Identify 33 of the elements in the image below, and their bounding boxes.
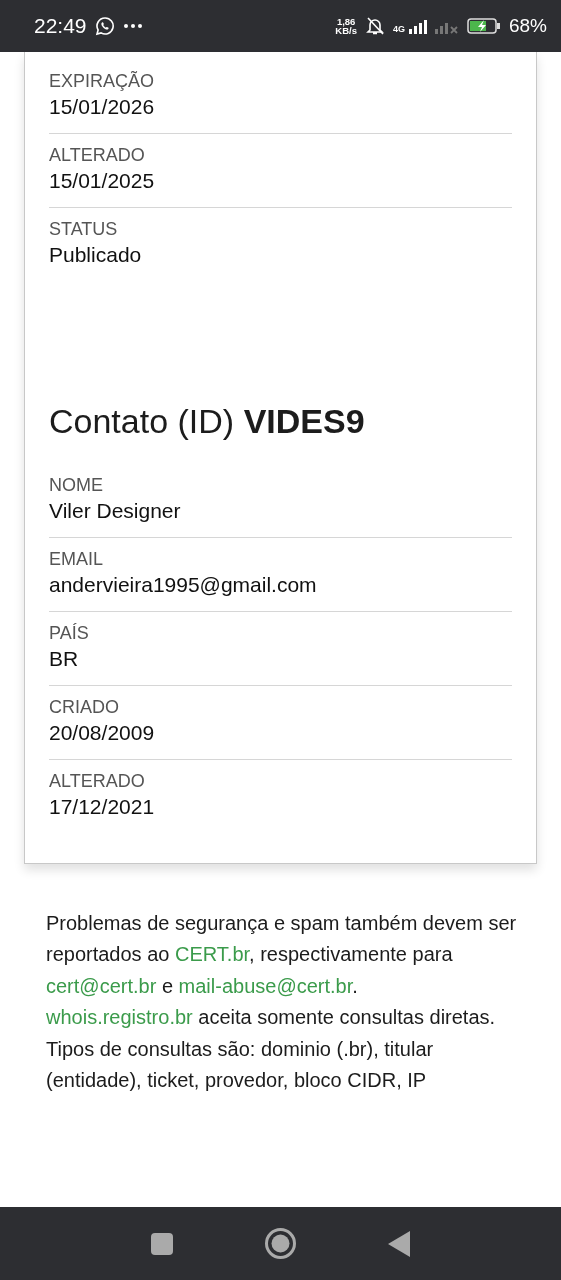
recent-apps-button[interactable] xyxy=(151,1232,173,1255)
field-label: CRIADO xyxy=(49,695,120,718)
field-value: 17/12/2021 xyxy=(49,793,156,820)
contact-heading: Contato (ID) VIDES9 xyxy=(49,401,366,442)
notice-paragraph: Problemas de segurança e spam também devem ser reportados ao CERT.br, respectivamente para cert@cert.br e mail-abuse@cert.br. whois.registro.br aceita somente consultas diretas. Tipos de consultas são: dominio (.br), titular (entidade), ticket, provedor, bloco CIDR, IP xyxy=(45,910,518,1094)
field-value: 15/01/2026 xyxy=(49,94,156,120)
field-value: Viler Designer xyxy=(49,497,182,524)
network-speed-unit: KB/s xyxy=(335,26,357,36)
network-speed: 1,86 xyxy=(335,16,356,26)
field-label: EMAIL xyxy=(49,547,105,570)
network-type: 4G xyxy=(392,25,405,34)
back-button[interactable] xyxy=(388,1230,410,1257)
bell-muted-icon xyxy=(364,16,385,36)
link[interactable]: CERT.br xyxy=(175,943,250,966)
field-value: 15/01/2025 xyxy=(49,168,156,194)
link[interactable]: whois.registro.br xyxy=(46,1006,193,1029)
field-value: BR xyxy=(49,645,80,672)
field-label: ALTERADO xyxy=(49,769,146,792)
battery-level: 68% xyxy=(508,13,547,38)
link[interactable]: mail-abuse@cert.br xyxy=(178,974,353,997)
more-icon xyxy=(122,23,143,29)
field-label: PAÍS xyxy=(49,621,90,644)
clock-time: 22:49 xyxy=(34,13,87,40)
field-value: Publicado xyxy=(49,242,143,268)
field-label: EXPIRAÇÃO xyxy=(49,70,156,92)
field-label: ALTERADO xyxy=(49,144,146,166)
whatsapp-icon xyxy=(94,16,115,36)
home-button[interactable] xyxy=(265,1228,296,1259)
field-value: andervieira1995@gmail.com xyxy=(49,571,318,598)
field-value: 20/08/2009 xyxy=(49,719,156,746)
field-label: NOME xyxy=(49,473,104,496)
link[interactable]: cert@cert.br xyxy=(46,974,157,997)
field-label: STATUS xyxy=(49,218,119,240)
